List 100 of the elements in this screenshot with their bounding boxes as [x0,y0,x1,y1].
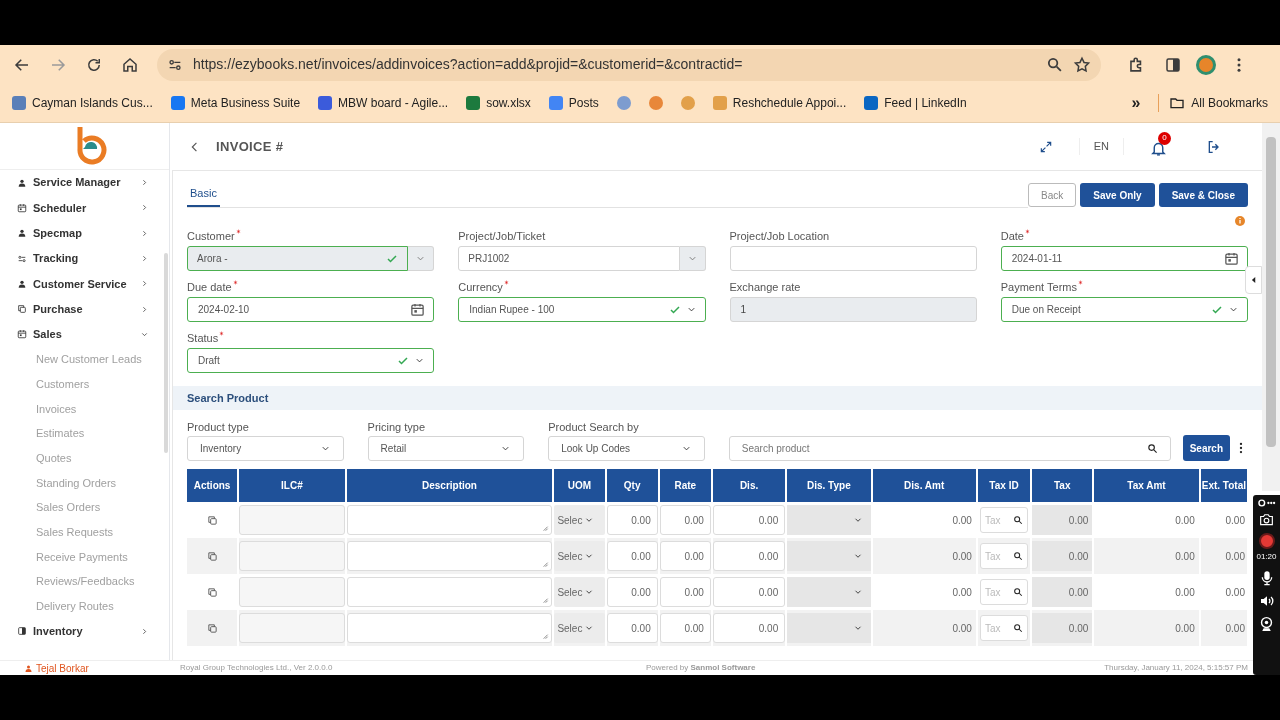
sidebar-item[interactable]: Specmap [0,220,161,246]
field-label: Exchange rate [729,280,801,295]
sidebar-item[interactable]: Purchase [0,296,161,322]
all-bookmarks-button[interactable]: All Bookmarks [1158,94,1268,113]
resize-handle-icon [541,596,550,604]
input-field[interactable]: 0.00 [659,505,711,535]
input-field[interactable]: 0.00 [712,577,786,607]
check-icon [397,354,410,367]
bookmark-link[interactable]: Cayman Islands Cus... [12,94,153,113]
copy-icon[interactable] [206,550,218,562]
side-panel-icon[interactable] [1164,55,1182,74]
input-field[interactable]: 0.00 [606,577,658,607]
menu-item-icon [17,304,27,315]
combo-field[interactable]: PRJ1002 [458,246,680,271]
field-label: Currency [458,280,503,295]
sidebar-item[interactable]: Service Manager [0,170,161,196]
page-scrollbar[interactable] [1262,123,1280,491]
field-label: Status [187,331,219,346]
select-field[interactable]: Inventory [187,436,344,461]
search-icon[interactable] [1013,587,1024,597]
bookmark-link[interactable]: Reshchedule Appoi... [712,94,847,113]
home-icon[interactable] [121,55,139,74]
resize-handle-icon [541,524,550,532]
text-field[interactable] [729,246,977,271]
select-field[interactable]: Selec [554,613,605,643]
select-field[interactable]: Look Up Codes [548,436,705,461]
profile-avatar[interactable] [1196,54,1216,75]
copy-icon[interactable] [206,586,218,598]
user-name[interactable]: Tejal Borkar [36,660,89,676]
input-field[interactable]: 0.00 [606,613,658,643]
bookmark-link[interactable]: sow.xlsx [466,94,531,113]
select-field[interactable]: Indian Rupee - 100 [458,297,706,322]
select-field[interactable] [787,613,871,643]
sidebar-item[interactable]: Sales [0,321,161,348]
expand-icon[interactable] [1038,139,1053,154]
select-field[interactable]: Retail [367,436,525,461]
copy-icon[interactable] [206,622,218,634]
input-field[interactable] [239,613,345,643]
chevron-right-icon [140,304,149,314]
table-cell-text: 0.00 [1224,513,1246,528]
sidebar-item[interactable]: Customer Service [0,271,161,297]
bookmark-link[interactable]: MBW board - Agile... [318,94,449,113]
zoom-icon[interactable] [1046,56,1063,74]
column-header: Tax [1032,469,1093,502]
input-field[interactable]: 0.00 [712,613,786,643]
menu-item-icon [17,278,27,289]
table-cell-text: 0.00 [1224,621,1246,636]
input-field[interactable] [239,505,345,535]
search-field[interactable]: Search product [728,436,1171,461]
input-field[interactable]: 0.00 [606,541,658,571]
action-button[interactable]: Save Only [1080,183,1155,207]
user-icon [24,663,33,673]
select-field[interactable]: Selec [554,505,605,535]
input-field[interactable]: 0.00 [659,541,711,571]
calendar-icon[interactable] [1224,251,1239,266]
language-selector[interactable]: EN [1078,138,1124,155]
calendar-icon[interactable] [410,302,426,317]
search-icon[interactable] [1013,515,1024,525]
action-button[interactable]: Save & Close [1158,183,1248,207]
select-field[interactable]: Draft [187,348,435,373]
search-button[interactable]: Search [1182,435,1231,461]
star-icon[interactable] [1073,55,1091,74]
select-field[interactable]: Selec [554,577,605,607]
field-label: Date [1000,229,1024,244]
select-field[interactable]: Due on Receipt [1000,297,1248,322]
more-bookmarks-button[interactable]: » [1131,91,1141,116]
select-field[interactable]: Selec [554,541,605,571]
webcam-icon[interactable] [1258,615,1275,633]
section-header: Search Product [173,386,1262,410]
input-field[interactable]: 0.00 [659,577,711,607]
bookmark-link[interactable]: Posts [548,94,599,113]
bookmark-icon[interactable] [616,96,631,111]
date-field[interactable]: 2024-01-11 [1000,246,1248,271]
bookmark-link[interactable]: Meta Business Suite [170,94,301,113]
camera-icon[interactable] [1258,513,1275,527]
date-field[interactable]: 2024-02-10 [187,297,435,322]
select-field[interactable] [787,505,871,535]
info-icon[interactable] [1234,214,1246,227]
input-field[interactable] [239,577,345,607]
record-button[interactable] [1258,533,1275,549]
copy-icon[interactable] [206,514,218,526]
input-field[interactable]: 0.00 [712,505,786,535]
input-field[interactable]: 0.00 [659,613,711,643]
search-icon[interactable] [1013,551,1024,561]
sidebar-item[interactable]: Scheduler [0,195,161,221]
search-icon[interactable] [1013,623,1024,633]
input-field[interactable]: 0.00 [712,541,786,571]
action-button[interactable]: Back [1028,183,1077,207]
address-bar[interactable]: https://ezybooks.net/invoices/addinvoices?action=add&projid=&customerid=&contractid= [157,48,1101,81]
sidebar-item[interactable]: Inventory [0,618,161,644]
bookmark-link[interactable]: Feed | LinkedIn [864,94,967,113]
sidebar-item[interactable]: Tracking [0,245,161,272]
toolbar-grip-icon[interactable] [1257,499,1276,507]
tab[interactable]: Basic [187,182,220,207]
search-icon[interactable] [1146,443,1158,454]
input-field[interactable] [239,541,345,571]
input-field[interactable]: 0.00 [606,505,658,535]
select-field[interactable] [787,577,871,607]
select-field[interactable] [787,541,871,571]
collapse-tab[interactable] [1245,266,1262,294]
